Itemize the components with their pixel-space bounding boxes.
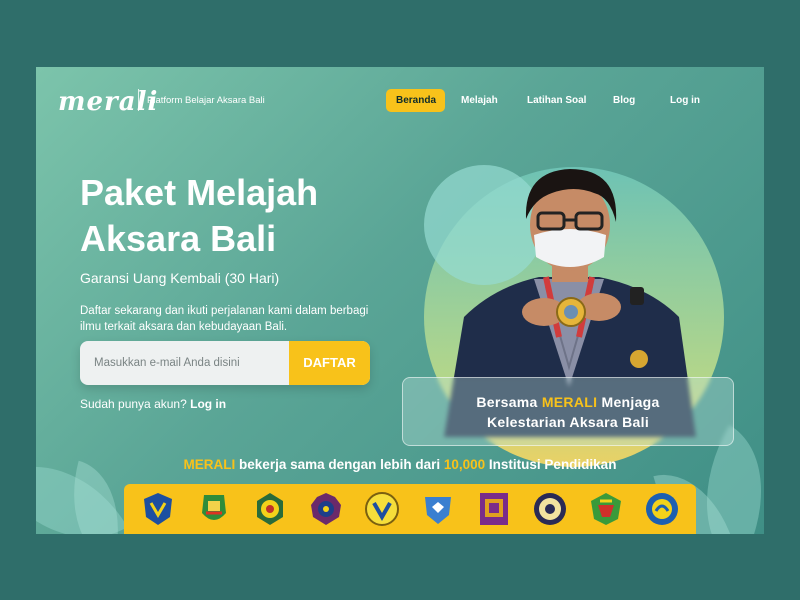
partner-emblem-icon[interactable] xyxy=(644,491,680,527)
partners-brand: MERALI xyxy=(183,457,236,472)
partners-statement: MERALI bekerja sama dengan lebih dari 10… xyxy=(36,457,764,472)
hero-title: Paket Melajah Aksara Bali xyxy=(80,170,420,262)
nav-blog[interactable]: Blog xyxy=(603,89,645,112)
partner-emblem-icon[interactable] xyxy=(476,491,512,527)
partner-emblem-icon[interactable] xyxy=(532,491,568,527)
partner-logos-bar xyxy=(124,484,696,534)
partner-emblem-icon[interactable] xyxy=(588,491,624,527)
nav-login[interactable]: Log in xyxy=(660,89,710,112)
email-input[interactable] xyxy=(80,341,289,385)
nav-melajah[interactable]: Melajah xyxy=(451,89,508,112)
partners-count: 10,000 xyxy=(443,457,486,472)
quote-suffix: Menjaga xyxy=(597,394,660,410)
partner-emblem-icon[interactable] xyxy=(364,491,400,527)
landing-page: merali Platform Belajar Aksara Bali Bera… xyxy=(36,67,764,534)
login-link[interactable]: Log in xyxy=(190,397,226,411)
nav-beranda[interactable]: Beranda xyxy=(386,89,445,112)
quote-prefix: Bersama xyxy=(476,394,542,410)
brand-logo[interactable]: merali xyxy=(58,87,158,117)
brand-tagline: Platform Belajar Aksara Bali xyxy=(147,95,265,106)
daftar-button[interactable]: DAFTAR xyxy=(289,341,370,385)
hero-description: Daftar sekarang dan ikuti perjalanan kam… xyxy=(80,305,369,333)
quote-card: Bersama MERALI Menjaga Kelestarian Aksar… xyxy=(402,377,734,446)
quote-line2: Kelestarian Aksara Bali xyxy=(486,414,650,430)
signup-form: DAFTAR xyxy=(80,341,370,385)
quote-line1: Bersama MERALI Menjaga xyxy=(403,392,733,412)
partner-emblem-icon[interactable] xyxy=(308,491,344,527)
nav-latihan-soal[interactable]: Latihan Soal xyxy=(517,89,596,112)
partner-emblem-icon[interactable] xyxy=(140,491,176,527)
logo-divider xyxy=(138,89,139,111)
login-prompt-text: Sudah punya akun? xyxy=(80,397,187,411)
hero-title-line1: Paket Melajah xyxy=(80,172,319,213)
partner-emblem-icon[interactable] xyxy=(420,491,456,527)
hero-title-line2: Aksara Bali xyxy=(80,218,277,259)
partners-text-mid: bekerja sama dengan lebih dari xyxy=(235,457,444,472)
quote-brand: MERALI xyxy=(541,394,598,410)
hero-subtitle: Garansi Uang Kembali (30 Hari) xyxy=(80,270,280,286)
partner-emblem-icon[interactable] xyxy=(196,491,232,527)
partners-text-end: Institusi Pendidikan xyxy=(485,457,617,472)
login-prompt: Sudah punya akun? Log in xyxy=(80,397,226,411)
partner-emblem-icon[interactable] xyxy=(252,491,288,527)
